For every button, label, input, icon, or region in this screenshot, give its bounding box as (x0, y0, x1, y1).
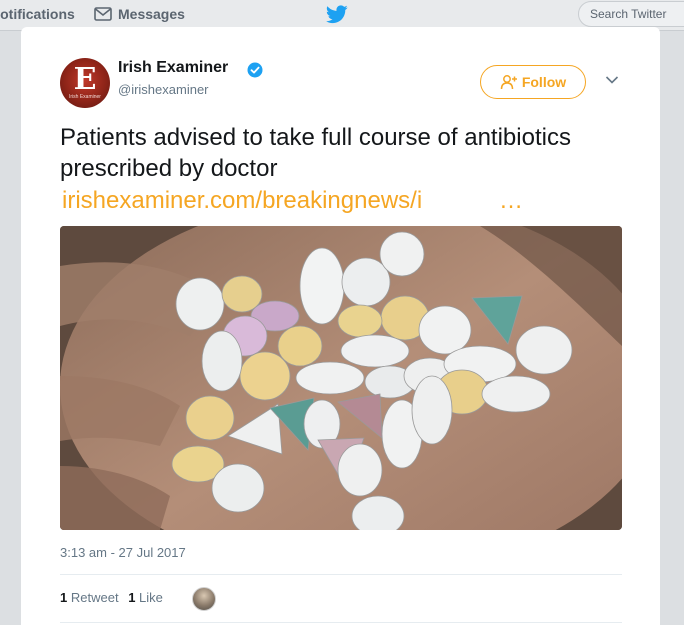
tweet-text: Patients advised to take full course of … (60, 124, 571, 182)
pills-in-hand-photo (60, 226, 622, 530)
tweet-timestamp[interactable]: 3:13 am - 27 Jul 2017 (60, 545, 186, 560)
search-input[interactable]: Search Twitter (578, 1, 684, 27)
avatar-logo-subtext: Irish Examiner (69, 94, 101, 100)
nav-messages[interactable]: Messages (94, 6, 185, 22)
retweet-label: Retweet (70, 590, 119, 605)
user-handle[interactable]: @irishexaminer (118, 82, 209, 97)
nav-notifications[interactable]: Notifications (0, 6, 75, 22)
like-stat[interactable]: 1 Like (128, 590, 163, 605)
verified-badge-icon (247, 62, 263, 78)
tweet-card: E Irish Examiner Irish Examiner @irishex… (21, 27, 660, 625)
follow-button-label: Follow (521, 74, 567, 90)
divider (60, 574, 622, 575)
like-label: Like (139, 590, 163, 605)
twitter-bird-icon[interactable] (326, 5, 348, 24)
chevron-down-icon[interactable] (605, 75, 619, 85)
add-user-icon (500, 75, 517, 90)
follow-button[interactable]: Follow (480, 65, 586, 99)
retweet-stat[interactable]: 1 Retweet (60, 590, 119, 605)
nav-messages-label: Messages (118, 6, 185, 22)
avatar-logo-letter: E (73, 62, 97, 97)
display-name[interactable]: Irish Examiner (118, 59, 228, 77)
liker-avatar[interactable] (192, 587, 216, 611)
retweet-count: 1 (60, 590, 68, 605)
tweet-media-photo[interactable] (60, 226, 622, 530)
envelope-icon (94, 7, 112, 21)
tweet-link-ellipsis: … (499, 187, 523, 214)
search-placeholder: Search Twitter (590, 7, 667, 21)
nav-notifications-label: Notifications (0, 6, 75, 22)
tweet-stats: 1 Retweet 1 Like (60, 590, 169, 605)
tweet-link[interactable]: irishexaminer.com/breakingnews/i (62, 187, 422, 215)
avatar[interactable]: E Irish Examiner (60, 58, 110, 108)
like-count: 1 (128, 590, 136, 605)
divider (60, 622, 622, 623)
